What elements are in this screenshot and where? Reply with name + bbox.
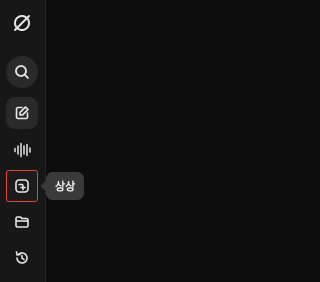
files-button[interactable]	[6, 206, 38, 238]
tooltip-label: 상상	[55, 180, 76, 193]
imagine-tooltip: 상상	[46, 172, 85, 200]
pencil-edit-icon	[14, 105, 30, 121]
voice-button[interactable]	[6, 134, 38, 166]
app-window: 상상	[0, 0, 250, 282]
imagine-button[interactable]	[6, 170, 38, 202]
search-button[interactable]	[6, 56, 38, 88]
search-icon	[14, 64, 30, 80]
logo-icon[interactable]	[9, 10, 35, 36]
history-icon	[14, 250, 30, 266]
audio-waveform-icon	[13, 142, 31, 158]
new-chat-button[interactable]	[6, 97, 38, 129]
folder-icon	[14, 214, 30, 230]
main-content	[46, 0, 250, 282]
sidebar	[0, 0, 46, 282]
image-generate-icon	[14, 178, 30, 194]
history-button[interactable]	[6, 242, 38, 274]
